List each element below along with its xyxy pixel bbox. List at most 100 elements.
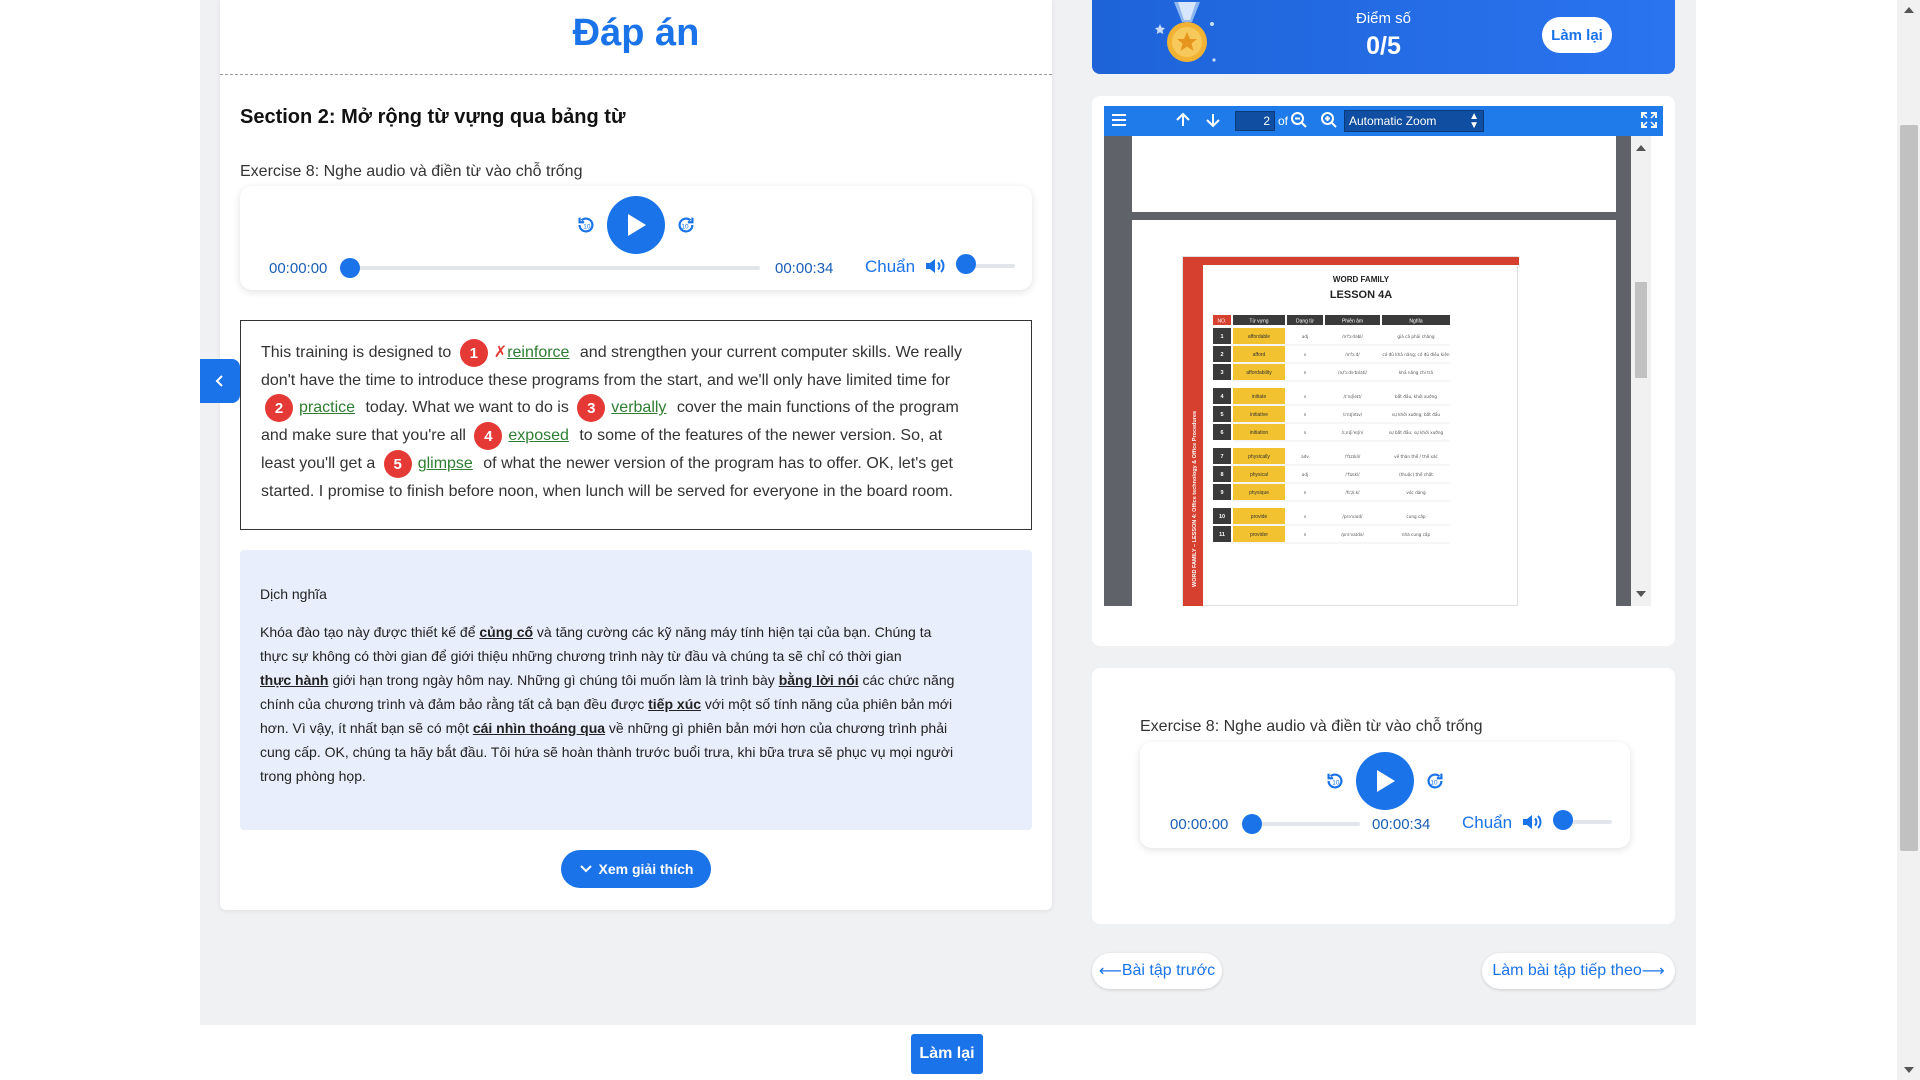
current-time: 00:00:00 [269, 260, 328, 277]
doc-cell-text: /əˌfɔːdəˈbɪləti/ [1338, 370, 1367, 375]
doc-cell-text: (thuộc) thể chất [1399, 472, 1433, 477]
next-exercise-button[interactable]: Làm bài tập tiếp theo ⟶ [1482, 953, 1675, 989]
keyword: bằng lời nói [778, 672, 859, 688]
svg-text:10: 10 [1332, 780, 1340, 787]
doc-cell-text: n [1304, 490, 1307, 495]
page-title: Đáp án [572, 12, 700, 54]
doc-row-number: 6 [1220, 430, 1223, 436]
audio-player: 10 10 00:00:00 00:00:34 Chuẩn [240, 186, 1032, 290]
play-button[interactable] [607, 196, 665, 254]
translation-text: cung cấp. OK, chúng ta hãy bắt đầu. Tôi … [260, 744, 954, 760]
volume-knob[interactable] [1553, 810, 1573, 830]
retry-button[interactable]: Làm lại [1542, 17, 1612, 53]
doc-cell-text: v [1304, 352, 1307, 357]
current-time: 00:00:00 [1170, 816, 1229, 833]
sidebar-toggle-icon[interactable] [1110, 111, 1128, 129]
translation-heading: Dịch nghĩa [260, 586, 327, 602]
blank-number: 3 [577, 394, 606, 422]
pdf-scrollbar-thumb[interactable] [1635, 282, 1647, 378]
doc-row-number: 3 [1220, 370, 1223, 376]
doc-word: provider [1250, 532, 1268, 538]
doc-cell-text: sự khởi xướng; bắt đầu [1392, 412, 1440, 417]
scroll-up-icon[interactable] [1904, 6, 1914, 14]
show-explanation-button[interactable]: Xem giải thích [561, 850, 711, 888]
passage-text: This training is designed to [261, 344, 452, 362]
doc-word: provide [1251, 514, 1268, 520]
doc-cell-text: /ɪˈnɪʃətɪv/ [1343, 412, 1363, 417]
doc-cell-text: /prəˈvaɪdə/ [1341, 532, 1364, 537]
divider [220, 74, 1052, 75]
keyword: thực hành [260, 672, 329, 688]
window-scrollbar-thumb[interactable] [1900, 125, 1918, 851]
exercise-title: Exercise 8: Nghe audio và điền từ vào ch… [1140, 718, 1483, 735]
fullscreen-icon[interactable] [1640, 111, 1658, 129]
blank-number: 1 [459, 339, 488, 367]
scroll-up-icon[interactable] [1636, 144, 1646, 152]
answer-word: exposed [508, 427, 569, 445]
doc-cell-text: về thân thể / thể xác [1394, 454, 1438, 459]
audio-player: 10 10 00:00:00 00:00:34 Chuẩn [1140, 742, 1630, 848]
previous-exercise-button[interactable]: ⟵ Bài tập trước [1092, 953, 1222, 989]
doc-column-header: Dạng từ [1296, 319, 1315, 325]
zoom-in-icon[interactable] [1320, 111, 1338, 129]
doc-cell-text: /əˈfɔːd/ [1345, 352, 1360, 357]
rewind-icon[interactable]: 10 [575, 214, 597, 236]
page-number-input[interactable]: 2 [1235, 111, 1275, 131]
speed-selector[interactable]: Chuẩn [1462, 813, 1512, 833]
arrow-right-icon: ⟶ [1641, 963, 1665, 980]
forward-icon[interactable]: 10 [675, 214, 697, 236]
doc-column-header: NO. [1218, 319, 1227, 325]
pdf-viewer-card: 2 of Automatic Zoom ▲ ▼ WORD FAMILY – LES… [1092, 96, 1675, 646]
progress-track[interactable] [1250, 822, 1360, 826]
doc-cell-text: cung cấp [1406, 514, 1425, 519]
translation-text: với một số tính năng của phiên bản mới [701, 696, 953, 712]
bottom-retry-button[interactable]: Làm lại [911, 1034, 983, 1074]
doc-cell-text: sự bắt đầu; sự khởi xướng [1389, 430, 1444, 435]
page-count-label: of [1278, 114, 1289, 128]
next-page-icon[interactable] [1204, 111, 1222, 129]
doc-top-band [1183, 257, 1519, 265]
progress-knob[interactable] [340, 258, 360, 278]
doc-word: physically [1248, 454, 1270, 460]
translation-body: Khóa đào tạo này được thiết kế để củng c… [260, 620, 1014, 788]
volume-knob[interactable] [956, 254, 976, 274]
score-bar: Điểm số 0/5 Làm lại [1092, 0, 1675, 74]
doc-cell-text: /ˈfɪzɪkli/ [1345, 454, 1361, 459]
wrong-mark-icon: ✗ [493, 344, 508, 362]
zoom-select-value: Automatic Zoom [1349, 114, 1437, 128]
pdf-document-view[interactable]: WORD FAMILY – LESSON 4: Office technolog… [1104, 136, 1631, 606]
zoom-out-icon[interactable] [1290, 111, 1308, 129]
answer-word: glimpse [417, 455, 473, 473]
doc-cell-text: /ɪˌnɪʃiˈeɪʃn/ [1342, 430, 1364, 435]
translation-text: trong phòng họp. [260, 768, 366, 784]
doc-cell-text: bắt đầu, khởi xướng [1395, 394, 1437, 399]
exercise-card: Exercise 8: Nghe audio và điền từ vào ch… [1092, 668, 1675, 924]
translation-text: các chức năng [858, 672, 955, 688]
rewind-icon[interactable]: 10 [1324, 770, 1346, 792]
translation-text: giới hạn trong ngày hôm nay. Những gì ch… [328, 672, 779, 688]
previous-page-icon[interactable] [1174, 111, 1192, 129]
doc-cell-text: adj [1302, 334, 1308, 339]
doc-cell-text: n [1304, 532, 1307, 537]
collapse-panel-button[interactable] [200, 359, 240, 403]
answer-word: practice [299, 399, 356, 417]
volume-icon[interactable] [1520, 810, 1544, 834]
doc-word: physical [1250, 472, 1268, 478]
keyword: cái nhìn thoáng qua [472, 720, 606, 736]
doc-cell-text: v [1304, 394, 1307, 399]
zoom-select[interactable]: Automatic Zoom ▲ ▼ [1344, 110, 1484, 132]
doc-header: WORD FAMILY [1333, 275, 1390, 284]
progress-track[interactable] [348, 266, 760, 270]
scroll-down-icon[interactable] [1904, 1066, 1914, 1074]
speed-selector[interactable]: Chuẩn [865, 257, 915, 277]
volume-icon[interactable] [923, 254, 947, 278]
play-button[interactable] [1356, 752, 1414, 810]
progress-knob[interactable] [1242, 814, 1262, 834]
keyword: tiếp xúc [648, 696, 702, 712]
pdf-page [1132, 136, 1616, 212]
forward-icon[interactable]: 10 [1424, 770, 1446, 792]
pdf-scrollbar[interactable] [1631, 136, 1651, 606]
doc-cell-text: có đủ khả năng; có đủ điều kiện [1382, 352, 1449, 357]
doc-row-number: 8 [1220, 472, 1223, 478]
scroll-down-icon[interactable] [1636, 590, 1646, 598]
